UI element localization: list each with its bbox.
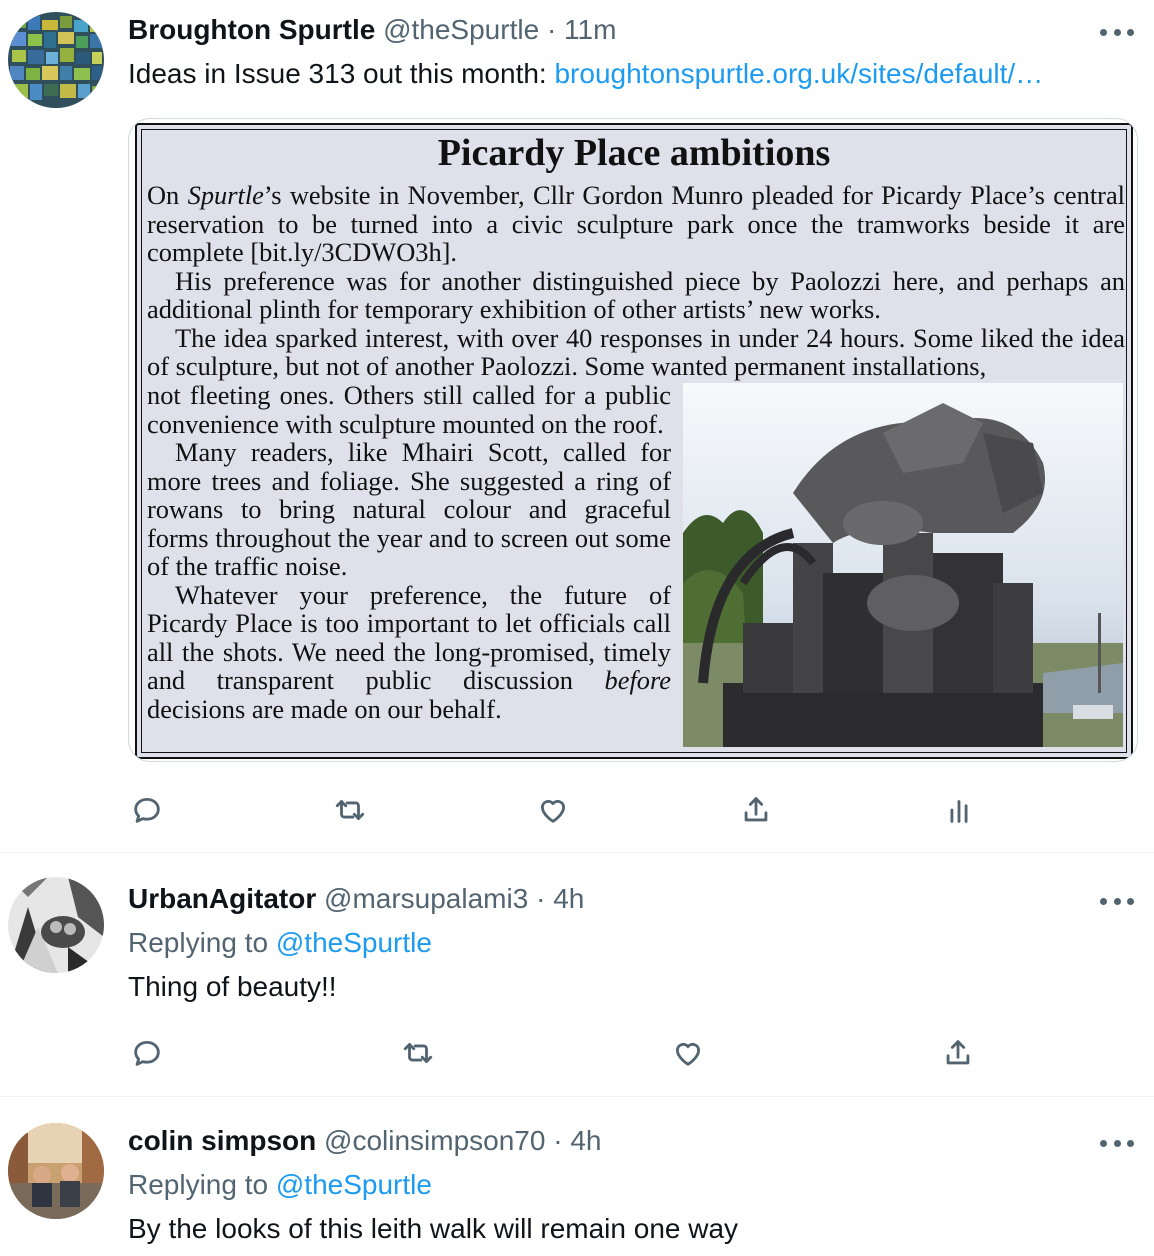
tweet-header: Broughton Spurtle @theSpurtle · 11m	[128, 14, 616, 46]
more-icon[interactable]	[1100, 895, 1134, 907]
separator: ·	[553, 1125, 563, 1156]
tweet-link[interactable]: broughtonspurtle.org.uk/sites/default/…	[554, 58, 1043, 89]
clipping-body: On Spurtle’s website in November, Cllr G…	[147, 181, 1125, 381]
tweet-actions	[0, 1033, 1154, 1073]
replying-to-label: Replying to	[128, 927, 276, 958]
timestamp[interactable]: 4h	[553, 883, 584, 914]
avatar[interactable]	[8, 12, 104, 108]
tweet-header: colin simpson @colinsimpson70 · 4h	[128, 1125, 602, 1157]
tweet-header: UrbanAgitator @marsupalami3 · 4h	[128, 883, 584, 915]
timestamp[interactable]: 4h	[570, 1125, 601, 1156]
reply-icon[interactable]	[127, 790, 167, 830]
clipping-paragraph: His preference was for another distingui…	[147, 265, 1125, 324]
reply-tweet[interactable]: colin simpson @colinsimpson70 · 4h Reply…	[0, 1097, 1154, 1256]
avatar-image	[8, 12, 104, 108]
reply-tweet[interactable]: UrbanAgitator @marsupalami3 · 4h Replyin…	[0, 853, 1154, 1096]
like-icon[interactable]	[533, 790, 573, 830]
newspaper-clipping: Picardy Place ambitions On Spurtle’s web…	[135, 123, 1133, 759]
reply-icon[interactable]	[127, 1033, 167, 1073]
clipping-column: not fleeting ones. Others still called f…	[147, 381, 671, 723]
tweet-text: Thing of beauty!!	[128, 971, 337, 1002]
tweet[interactable]: Broughton Spurtle @theSpurtle · 11m Idea…	[0, 0, 1154, 852]
tweet-text-body: Ideas in Issue 313 out this month:	[128, 58, 555, 89]
tweet-text: Ideas in Issue 313 out this month: broug…	[128, 58, 1043, 90]
clipping-text: Whatever your preference, the future of …	[147, 579, 671, 695]
clipping-italic: Spurtle	[187, 180, 264, 210]
handle[interactable]: @marsupalami3	[324, 883, 528, 914]
replying-to-link[interactable]: @theSpurtle	[276, 927, 432, 958]
replying-to-link[interactable]: @theSpurtle	[276, 1169, 432, 1200]
avatar[interactable]	[8, 877, 104, 973]
clipping-paragraph: not fleeting ones. Others still called f…	[147, 380, 671, 439]
share-icon[interactable]	[938, 1033, 978, 1073]
like-icon[interactable]	[668, 1033, 708, 1073]
analytics-icon[interactable]	[939, 790, 979, 830]
share-icon[interactable]	[736, 790, 776, 830]
retweet-icon[interactable]	[330, 790, 370, 830]
clipping-text: ’s website in November, Cllr Gordon Munr…	[147, 180, 1125, 267]
more-icon[interactable]	[1100, 1137, 1134, 1149]
replying-to: Replying to @theSpurtle	[128, 1169, 432, 1201]
clipping-paragraph: The idea sparked interest, with over 40 …	[147, 322, 1125, 381]
avatar-image	[8, 1123, 104, 1219]
replying-to-label: Replying to	[128, 1169, 276, 1200]
avatar[interactable]	[8, 1123, 104, 1219]
display-name[interactable]: UrbanAgitator	[128, 883, 316, 914]
avatar-image	[8, 877, 104, 973]
separator: ·	[546, 14, 557, 45]
tweet-actions	[0, 790, 1154, 830]
clipping-text: On	[147, 180, 188, 210]
retweet-icon[interactable]	[398, 1033, 438, 1073]
clipping-italic: before	[604, 665, 671, 695]
separator: ·	[536, 883, 546, 914]
display-name[interactable]: Broughton Spurtle	[128, 14, 375, 45]
clipping-title: Picardy Place ambitions	[437, 132, 831, 174]
display-name[interactable]: colin simpson	[128, 1125, 316, 1156]
handle[interactable]: @theSpurtle	[383, 14, 539, 45]
tweet-text: By the looks of this leith walk will rem…	[128, 1213, 739, 1244]
more-icon[interactable]	[1100, 26, 1134, 38]
handle[interactable]: @colinsimpson70	[324, 1125, 545, 1156]
clipping-paragraph: Many readers, like Mhairi Scott, called …	[147, 437, 671, 581]
sculpture-photo	[683, 383, 1123, 747]
tweet-media[interactable]: Picardy Place ambitions On Spurtle’s web…	[128, 118, 1138, 762]
clipping-text: decisions are made on our behalf.	[147, 693, 502, 724]
replying-to: Replying to @theSpurtle	[128, 927, 432, 959]
timestamp[interactable]: 11m	[564, 14, 616, 45]
